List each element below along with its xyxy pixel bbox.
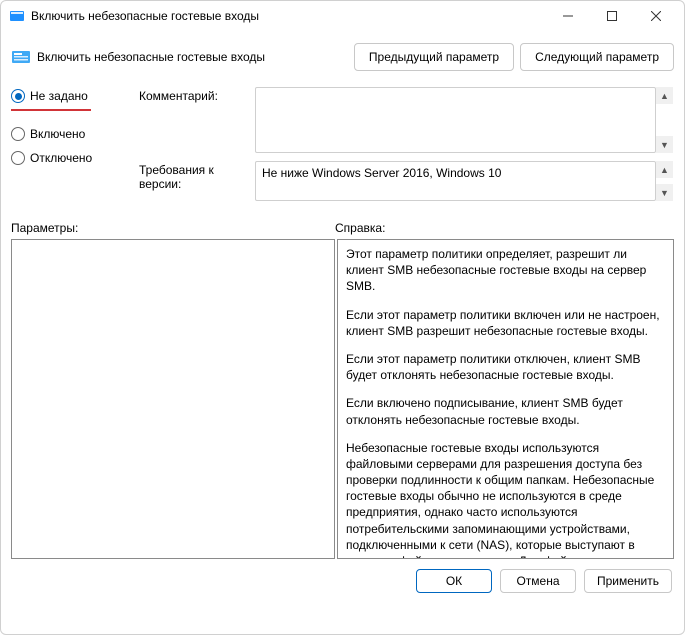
window-controls bbox=[546, 1, 678, 31]
radio-label: Отключено bbox=[30, 151, 92, 165]
minimize-button[interactable] bbox=[546, 1, 590, 31]
radio-icon bbox=[11, 151, 25, 165]
window-title: Включить небезопасные гостевые входы bbox=[31, 9, 546, 23]
state-radio-not-configured[interactable]: Не задано bbox=[11, 89, 139, 103]
help-paragraph: Если включено подписывание, клиент SMB б… bbox=[346, 395, 665, 427]
close-button[interactable] bbox=[634, 1, 678, 31]
policy-icon bbox=[11, 47, 31, 67]
comment-label: Комментарий: bbox=[139, 87, 255, 153]
requirements-scroll: ▲ ▼ bbox=[656, 161, 674, 201]
options-pane[interactable] bbox=[11, 239, 335, 559]
selected-underline bbox=[11, 109, 91, 111]
maximize-button[interactable] bbox=[590, 1, 634, 31]
previous-setting-button[interactable]: Предыдущий параметр bbox=[354, 43, 514, 71]
comment-scroll: ▲ ▼ bbox=[656, 87, 674, 153]
help-pane[interactable]: Этот параметр политики определяет, разре… bbox=[337, 239, 674, 559]
help-paragraph: Если этот параметр политики отключен, кл… bbox=[346, 351, 665, 383]
scroll-down-icon[interactable]: ▼ bbox=[656, 136, 673, 153]
apply-button[interactable]: Применить bbox=[584, 569, 672, 593]
scroll-down-icon[interactable]: ▼ bbox=[656, 184, 673, 201]
policy-title: Включить небезопасные гостевые входы bbox=[37, 50, 265, 64]
requirements-label: Требования к версии: bbox=[139, 161, 255, 201]
cancel-button[interactable]: Отмена bbox=[500, 569, 576, 593]
help-paragraph: Этот параметр политики определяет, разре… bbox=[346, 246, 665, 295]
scroll-up-icon[interactable]: ▲ bbox=[656, 87, 673, 104]
next-setting-button[interactable]: Следующий параметр bbox=[520, 43, 674, 71]
requirements-field: Не ниже Windows Server 2016, Windows 10 bbox=[255, 161, 656, 201]
radio-icon bbox=[11, 89, 25, 103]
policy-header: Включить небезопасные гостевые входы Пре… bbox=[1, 31, 684, 77]
help-paragraph: Небезопасные гостевые входы используются… bbox=[346, 440, 665, 559]
radio-label: Включено bbox=[30, 127, 85, 141]
comment-field[interactable] bbox=[255, 87, 656, 153]
help-heading: Справка: bbox=[335, 221, 674, 235]
help-paragraph: Если этот параметр политики включен или … bbox=[346, 307, 665, 339]
options-heading: Параметры: bbox=[11, 221, 335, 235]
ok-button[interactable]: ОК bbox=[416, 569, 492, 593]
radio-label: Не задано bbox=[30, 89, 88, 103]
state-radio-enabled[interactable]: Включено bbox=[11, 127, 139, 141]
state-radio-group: Не задано Включено Отключено bbox=[11, 87, 139, 201]
app-icon bbox=[9, 8, 25, 24]
state-radio-disabled[interactable]: Отключено bbox=[11, 151, 139, 165]
radio-icon bbox=[11, 127, 25, 141]
titlebar: Включить небезопасные гостевые входы bbox=[1, 1, 684, 31]
scroll-up-icon[interactable]: ▲ bbox=[656, 161, 673, 178]
